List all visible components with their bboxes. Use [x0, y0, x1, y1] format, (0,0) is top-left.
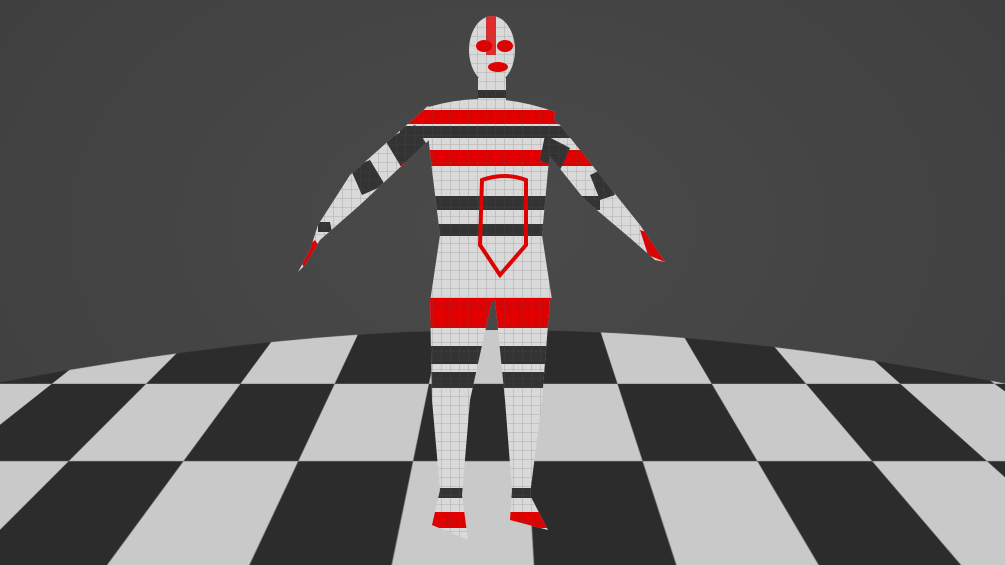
3d-viewport[interactable] — [0, 0, 1005, 565]
character-body — [298, 16, 665, 540]
character-model[interactable] — [0, 0, 1005, 565]
